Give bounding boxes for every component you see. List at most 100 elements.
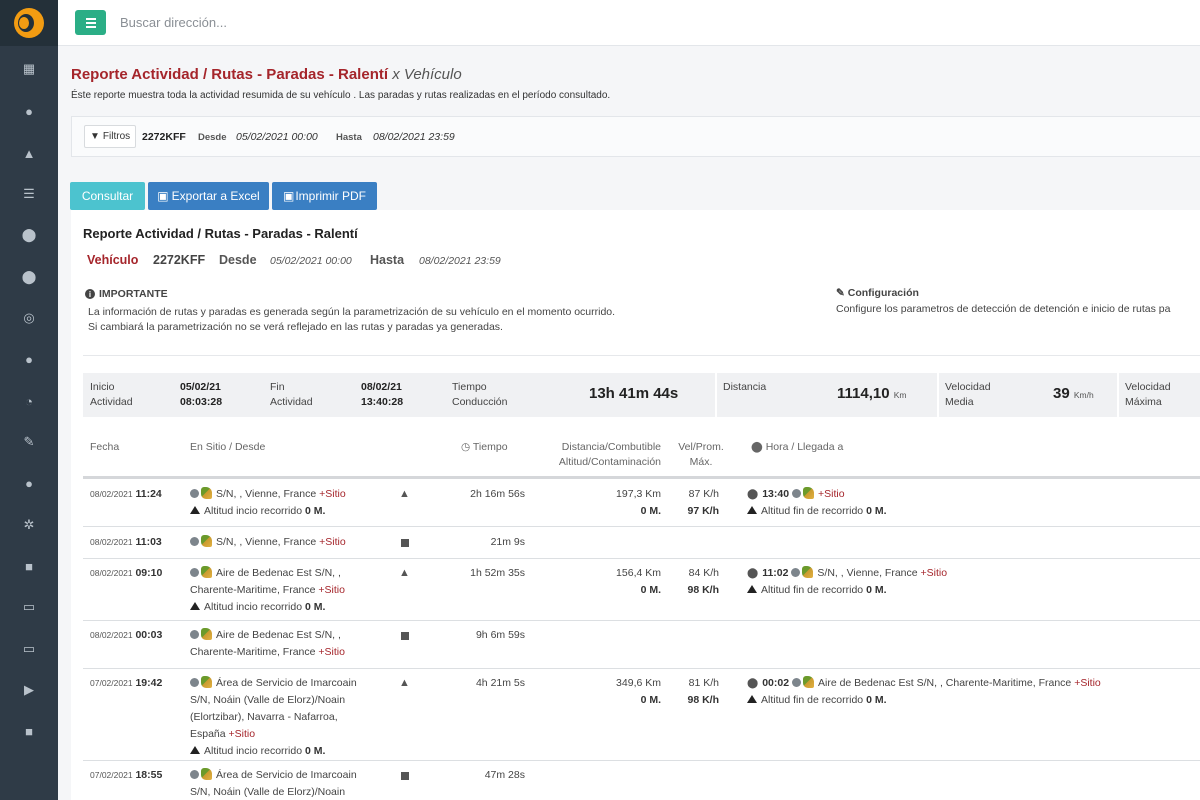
globe-icon[interactable]: ● xyxy=(0,100,58,122)
row-date-day: 07/02/2021 xyxy=(90,770,133,780)
filter-hasta-label: Hasta xyxy=(336,132,362,143)
globe-icon xyxy=(791,568,801,577)
alert-icon[interactable]: ● xyxy=(0,348,58,370)
row-distance-value: 197,3 Km xyxy=(616,488,661,500)
row-date-day: 08/02/2021 xyxy=(90,537,133,547)
row-alt-end: Altitud fin de recorrido 0 M. xyxy=(747,582,947,599)
row-arrival-line: ⬤ 00:02 Aire de Bedenac Est S/N, , Charen… xyxy=(747,675,1101,692)
filter-funnel-icon: ▼ xyxy=(90,131,100,142)
excel-file-icon: ▣ xyxy=(157,189,169,203)
row-arrival: ⬤ 00:02 Aire de Bedenac Est S/N, , Charen… xyxy=(747,675,1101,709)
important-heading: i IMPORTANTE xyxy=(85,288,168,300)
row-arrival-place: S/N, , Vienne, France xyxy=(817,567,918,579)
fuel-drop-icon[interactable]: ● xyxy=(0,472,58,494)
add-site-link[interactable]: +Sitio xyxy=(319,488,346,500)
map-marker-icon[interactable]: ⬤ xyxy=(0,266,58,288)
road-icon[interactable]: ▲ xyxy=(0,142,58,164)
filter-plate: 2272KFF xyxy=(142,131,186,143)
summary-velmax-label1: Velocidad xyxy=(1125,381,1171,393)
col-header-tiempo: ◷ Tiempo xyxy=(461,440,508,455)
table-row[interactable]: 08/02/2021 11:24 S/N, , Vienne, France +… xyxy=(83,479,1200,527)
table-row[interactable]: 08/02/2021 00:03 Aire de Bedenac Est S/N… xyxy=(83,621,1200,669)
stop-icon xyxy=(401,632,409,640)
lock-icon[interactable]: ■ xyxy=(0,720,58,742)
row-alt-end-label: Altitud fin de recorrido xyxy=(761,694,864,706)
row-alt-start-label: Altitud incio recorrido xyxy=(204,601,303,613)
col-header-vel-line1: Vel/Prom. xyxy=(678,441,724,453)
report-panel: Reporte Actividad / Rutas - Paradas - Ra… xyxy=(71,210,1200,800)
row-date-time: 11:03 xyxy=(135,536,162,548)
row-date-time: 19:42 xyxy=(135,677,163,689)
play-icon[interactable]: ▶ xyxy=(0,679,58,701)
row-arrival-time: 11:02 xyxy=(762,567,789,579)
config-heading[interactable]: ✎ Configuración xyxy=(836,287,919,299)
altitude-icon xyxy=(747,506,757,514)
dashboard-icon[interactable]: ▦ xyxy=(0,58,58,80)
row-place-text: S/N, , Vienne, France xyxy=(216,536,317,548)
app-logo[interactable] xyxy=(0,0,58,46)
add-site-link[interactable]: +Sitio xyxy=(1074,677,1101,689)
export-excel-button[interactable]: ▣ Exportar a Excel xyxy=(148,182,269,210)
row-date-time: 18:55 xyxy=(135,769,163,781)
add-site-link[interactable]: +Sitio xyxy=(818,488,845,500)
row-date: 08/02/2021 11:03 xyxy=(90,534,162,551)
row-duration: 9h 6m 59s xyxy=(475,629,525,641)
table-row[interactable]: 08/02/2021 11:03 S/N, , Vienne, France +… xyxy=(83,527,1200,559)
col-header-tiempo-label: Tiempo xyxy=(472,441,508,453)
col-header-dist-line2: Altitud/Contaminación xyxy=(558,456,661,468)
site-marker-icon xyxy=(802,487,814,499)
summary-tiempo-label1: Tiempo xyxy=(452,381,487,393)
summary-inicio-cell: Inicio Actividad 05/02/21 08:03:28 xyxy=(83,373,263,417)
add-site-link[interactable]: +Sitio xyxy=(229,728,256,740)
map-pin-icon[interactable]: ⬤ xyxy=(0,224,58,246)
report-hasta-label: Hasta xyxy=(370,253,405,267)
summary-distancia-unit: Km xyxy=(893,390,907,400)
id-card-icon-2[interactable]: ▭ xyxy=(0,638,58,660)
row-date-time: 09:10 xyxy=(135,567,163,579)
summary-inicio-label1: Inicio xyxy=(90,381,115,393)
add-site-link[interactable]: +Sitio xyxy=(318,584,345,596)
summary-fin-label1: Fin xyxy=(270,381,285,393)
print-pdf-label: Imprimir PDF xyxy=(295,189,366,203)
summary-distancia-cell: Distancia 1114,10 Km xyxy=(715,373,937,417)
table-row[interactable]: 07/02/2021 18:55 Área de Servicio de Ima… xyxy=(83,761,1200,800)
summary-distancia-label: Distancia xyxy=(723,381,767,393)
row-arrival-time: 00:02 xyxy=(762,677,790,689)
config-text: Configure los parametros de detección de… xyxy=(836,303,1171,315)
truck-icon[interactable]: ■ xyxy=(0,555,58,577)
filters-button[interactable]: ▼ Filtros xyxy=(84,125,137,148)
speedometer-icon[interactable]: ◔ xyxy=(0,390,58,412)
site-marker-icon xyxy=(201,487,212,499)
consultar-button[interactable]: Consultar xyxy=(70,182,145,210)
row-place: Aire de Bedenac Est S/N, , Charente-Mari… xyxy=(190,627,345,661)
settings-cogs-icon[interactable]: ✲ xyxy=(0,514,58,536)
wrench-icon[interactable]: ✎ xyxy=(0,431,58,453)
col-header-dist-line1: Distancia/Combutible xyxy=(561,441,661,453)
table-row[interactable]: 07/02/2021 19:42 Área de Servicio de Ima… xyxy=(83,669,1200,761)
row-place: Área de Servicio de Imarcoain S/N, Noáin… xyxy=(190,675,357,760)
add-site-link[interactable]: +Sitio xyxy=(319,536,346,548)
table-row[interactable]: 08/02/2021 09:10 Aire de Bedenac Est S/N… xyxy=(83,559,1200,621)
topbar xyxy=(58,0,1200,46)
map-pin-icon: ⬤ xyxy=(751,441,763,453)
list-icon[interactable]: ☰ xyxy=(0,183,58,205)
print-pdf-button[interactable]: ▣ Imprimir PDF xyxy=(272,182,377,210)
site-marker-icon xyxy=(201,535,212,547)
row-distance: 197,3 Km 0 M. xyxy=(543,486,661,520)
menu-toggle-button[interactable] xyxy=(75,10,106,35)
summary-tiempo-cell: Tiempo Conducción 13h 41m 44s xyxy=(445,373,715,417)
filters-button-label: Filtros xyxy=(102,131,131,142)
search-address-input[interactable] xyxy=(120,15,520,30)
id-card-icon[interactable]: ▭ xyxy=(0,596,58,618)
add-site-link[interactable]: +Sitio xyxy=(921,567,948,579)
add-site-link[interactable]: +Sitio xyxy=(318,646,345,658)
row-place-line: S/N, Noáin (Valle de Elorz)/Noain xyxy=(190,694,346,706)
summary-fin-time: 13:40:28 xyxy=(361,396,404,408)
row-altitude-value: 0 M. xyxy=(640,584,661,596)
row-place-line: España +Sitio xyxy=(190,726,357,743)
page-title-main: Reporte Actividad / Rutas - Paradas - Ra… xyxy=(71,66,389,83)
target-icon[interactable]: ◎ xyxy=(0,307,58,329)
logo-icon xyxy=(14,8,44,38)
row-duration: 2h 16m 56s xyxy=(470,488,525,500)
summary-velmedia: 39 Km/h xyxy=(1053,385,1094,402)
